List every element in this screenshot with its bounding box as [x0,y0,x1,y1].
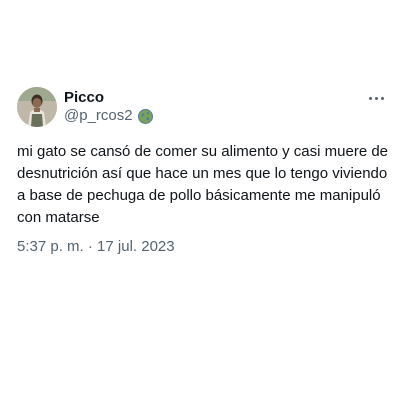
tweet-text-line: mi gato se cansó de comer su alimento y … [17,143,389,160]
more-options-icon[interactable] [365,92,387,104]
tweet-timestamp[interactable]: 5:37 p. m. · 17 jul. 2023 [17,238,175,256]
tweet-date: 17 jul. 2023 [97,238,175,255]
tweet-card: Picco @p_rcos2 mi gato se cansó de comer… [0,0,400,400]
tweet-text-line: desnutrición así que hace un mes que lo … [17,165,388,182]
avatar-image [17,87,57,127]
tweet-time: 5:37 p. m. [17,238,84,255]
meta-separator: · [87,238,93,255]
avatar[interactable] [17,87,57,127]
tweet-text: mi gato se cansó de comer su alimento y … [17,141,389,229]
handle-row: @p_rcos2 [64,107,153,125]
display-name[interactable]: Picco [64,89,104,107]
user-handle[interactable]: @p_rcos2 [64,107,133,125]
tweet-text-line: a base de pechuga de pollo básicamente m… [17,187,381,204]
globe-badge-icon [137,108,153,124]
tweet-text-line: con matarse [17,209,100,226]
